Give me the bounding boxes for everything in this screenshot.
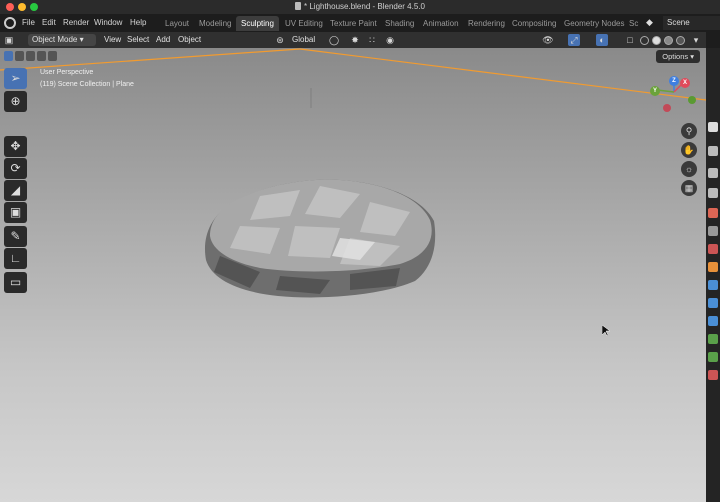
output-properties-icon[interactable]: [708, 168, 718, 178]
y-axis-ball[interactable]: Y: [650, 86, 660, 96]
mouse-cursor-icon: [602, 325, 610, 336]
tab-compositing[interactable]: Compositing: [507, 16, 561, 31]
snap-icon[interactable]: ✸: [349, 34, 361, 46]
menu-view[interactable]: View: [104, 35, 121, 44]
tab-animation[interactable]: Animation: [418, 16, 464, 31]
select-mode-intersect-button[interactable]: [48, 51, 57, 61]
options-button[interactable]: Options ▾: [656, 50, 700, 63]
collection-properties-icon[interactable]: [708, 244, 718, 254]
select-mode-invert-button[interactable]: [37, 51, 46, 61]
tab-shading[interactable]: Shading: [380, 16, 419, 31]
menu-object[interactable]: Object: [178, 35, 201, 44]
modifier-properties-icon[interactable]: [708, 280, 718, 290]
overlays-toggle-icon[interactable]: ◐: [596, 34, 608, 46]
tab-layout[interactable]: Layout: [160, 16, 194, 31]
rendered-shading-icon[interactable]: [676, 36, 685, 45]
menu-window[interactable]: Window: [94, 18, 122, 27]
window-title: * Lighthouse.blend - Blender 4.5.0: [0, 2, 720, 11]
properties-tab-strip: [706, 48, 720, 502]
cursor-tool[interactable]: ⊕: [4, 91, 27, 112]
scene-properties-icon[interactable]: [708, 208, 718, 218]
top-menubar: File Edit Render Window Help Layout Mode…: [0, 14, 720, 32]
gizmo-toggle-icon[interactable]: ⤢: [568, 34, 580, 46]
tab-uv-editing[interactable]: UV Editing: [280, 16, 328, 31]
visibility-icon[interactable]: 👁: [542, 34, 554, 46]
window-titlebar: * Lighthouse.blend - Blender 4.5.0: [0, 0, 720, 14]
menu-select[interactable]: Select: [127, 35, 149, 44]
select-mode-subtract-button[interactable]: [26, 51, 35, 61]
render-properties-icon[interactable]: [708, 146, 718, 156]
solid-shading-icon[interactable]: [652, 36, 661, 45]
menu-render[interactable]: Render: [63, 18, 89, 27]
proportional-edit-icon[interactable]: ◉: [384, 34, 396, 46]
menu-add[interactable]: Add: [156, 35, 170, 44]
material-properties-icon[interactable]: [708, 370, 718, 380]
tab-rendering[interactable]: Rendering: [463, 16, 510, 31]
select-box-tool[interactable]: ➢: [4, 68, 27, 89]
z-axis-ball[interactable]: Z: [669, 76, 679, 86]
scale-tool[interactable]: ◢: [4, 180, 27, 201]
tab-geometry-nodes[interactable]: Geometry Nodes: [559, 16, 629, 31]
physics-properties-icon[interactable]: [708, 316, 718, 326]
menu-help[interactable]: Help: [130, 18, 146, 27]
ortho-grid-icon[interactable]: ▦: [681, 180, 697, 196]
options-label: Options: [662, 52, 689, 61]
rock-mesh[interactable]: [200, 176, 440, 304]
object-properties-icon[interactable]: [708, 262, 718, 272]
world-properties-icon[interactable]: [708, 226, 718, 236]
window-title-text: * Lighthouse.blend - Blender 4.5.0: [304, 2, 425, 11]
scene-selector[interactable]: Scene: [663, 16, 720, 30]
scene-label: Scene: [667, 18, 690, 27]
tab-texture-paint[interactable]: Texture Paint: [325, 16, 382, 31]
collection-info: (119) Scene Collection | Plane: [40, 81, 134, 88]
add-cube-tool[interactable]: ▭: [4, 272, 27, 293]
x-axis-ball[interactable]: X: [680, 78, 690, 88]
tab-sculpting[interactable]: Sculpting: [236, 16, 279, 31]
view-layer-properties-icon[interactable]: [708, 188, 718, 198]
tool-properties-icon[interactable]: [708, 122, 718, 132]
xray-toggle-icon[interactable]: □: [624, 34, 636, 46]
neg-y-axis-ball[interactable]: [688, 96, 696, 104]
neg-x-axis-ball[interactable]: [663, 104, 671, 112]
move-tool[interactable]: ✥: [4, 136, 27, 157]
constraints-properties-icon[interactable]: [708, 334, 718, 344]
orientation-label: Global: [292, 35, 316, 44]
shading-options-icon[interactable]: ▾: [690, 34, 702, 46]
wireframe-shading-icon[interactable]: [640, 36, 649, 45]
snap-target-icon[interactable]: ∷: [366, 34, 378, 46]
tab-scripting[interactable]: Sc: [624, 16, 643, 31]
menu-edit[interactable]: Edit: [42, 18, 56, 27]
annotate-tool[interactable]: ✎: [4, 226, 27, 247]
material-shading-icon[interactable]: [664, 36, 673, 45]
tab-modeling[interactable]: Modeling: [194, 16, 236, 31]
particles-properties-icon[interactable]: [708, 298, 718, 308]
navigation-gizmo[interactable]: Z Y X: [648, 72, 704, 112]
orientation-dropdown[interactable]: Global: [288, 34, 326, 46]
pivot-point-icon[interactable]: ◯: [328, 34, 340, 46]
rotate-tool[interactable]: ⟳: [4, 158, 27, 179]
data-properties-icon[interactable]: [708, 352, 718, 362]
zoom-icon[interactable]: ⚲: [681, 123, 697, 139]
measure-tool[interactable]: ∟: [4, 248, 27, 269]
menu-file[interactable]: File: [22, 18, 35, 27]
transform-tool[interactable]: ▣: [4, 202, 27, 223]
pan-hand-icon[interactable]: ✋: [681, 142, 697, 158]
mode-dropdown[interactable]: Object Mode ▾: [28, 34, 96, 46]
select-mode-new-button[interactable]: [4, 51, 13, 61]
mode-label: Object Mode: [32, 35, 78, 44]
editor-type-icon[interactable]: ▣: [3, 34, 15, 46]
viewport-header: ▣ Object Mode ▾ View Select Add Object ⊛…: [0, 32, 706, 48]
3d-viewport[interactable]: ➢ ⊕ ✥ ⟳ ◢ ▣ ✎ ∟ ▭ User Perspective (119)…: [0, 48, 706, 502]
perspective-label: User Perspective: [40, 69, 94, 76]
scene-icon[interactable]: ◆: [646, 17, 658, 29]
horizon-outline: [0, 48, 706, 108]
camera-view-icon[interactable]: ☼: [681, 161, 697, 177]
plane-edge-right: [299, 48, 706, 101]
document-icon: [295, 2, 301, 10]
transform-pivot-icon[interactable]: ⊛: [274, 34, 286, 46]
select-mode-extend-button[interactable]: [15, 51, 24, 61]
blender-logo-icon[interactable]: [4, 17, 16, 29]
